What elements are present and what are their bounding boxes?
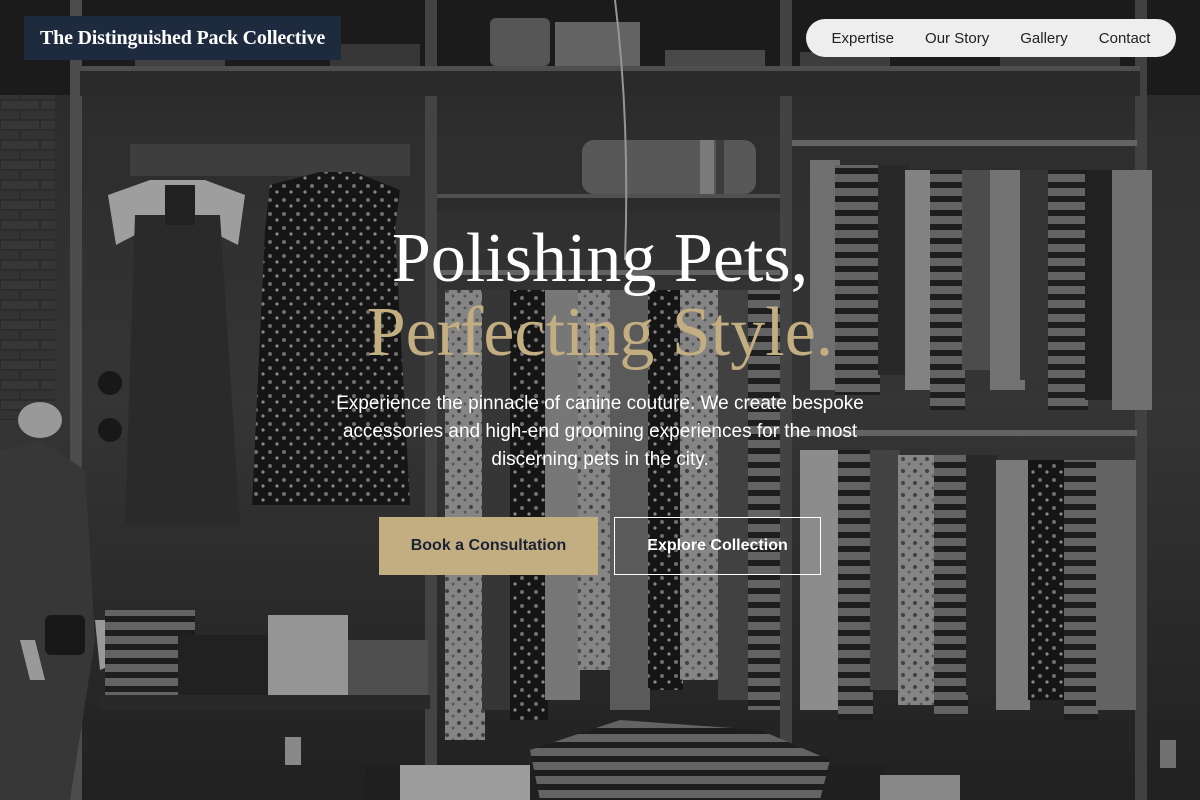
hero-headline-line1: Polishing Pets, (391, 220, 809, 297)
book-consultation-button[interactable]: Book a Consultation (379, 517, 598, 575)
nav-item-gallery[interactable]: Gallery (1020, 30, 1068, 47)
nav-item-our-story[interactable]: Our Story (925, 30, 989, 47)
explore-collection-button[interactable]: Explore Collection (614, 517, 821, 575)
nav-item-expertise[interactable]: Expertise (832, 30, 895, 47)
hero-cta-group: Book a Consultation Explore Collection (379, 517, 821, 575)
nav-item-contact[interactable]: Contact (1099, 30, 1151, 47)
hero-description: Experience the pinnacle of canine coutur… (336, 393, 864, 470)
main-nav: Expertise Our Story Gallery Contact (806, 19, 1176, 57)
hero-section: Polishing Pets, Perfecting Style. Experi… (0, 222, 1200, 474)
brand-logo[interactable]: The Distinguished Pack Collective (24, 16, 342, 60)
hero-page: The Distinguished Pack Collective Expert… (0, 0, 1200, 800)
hero-headline-line2: Perfecting Style. (366, 294, 834, 371)
